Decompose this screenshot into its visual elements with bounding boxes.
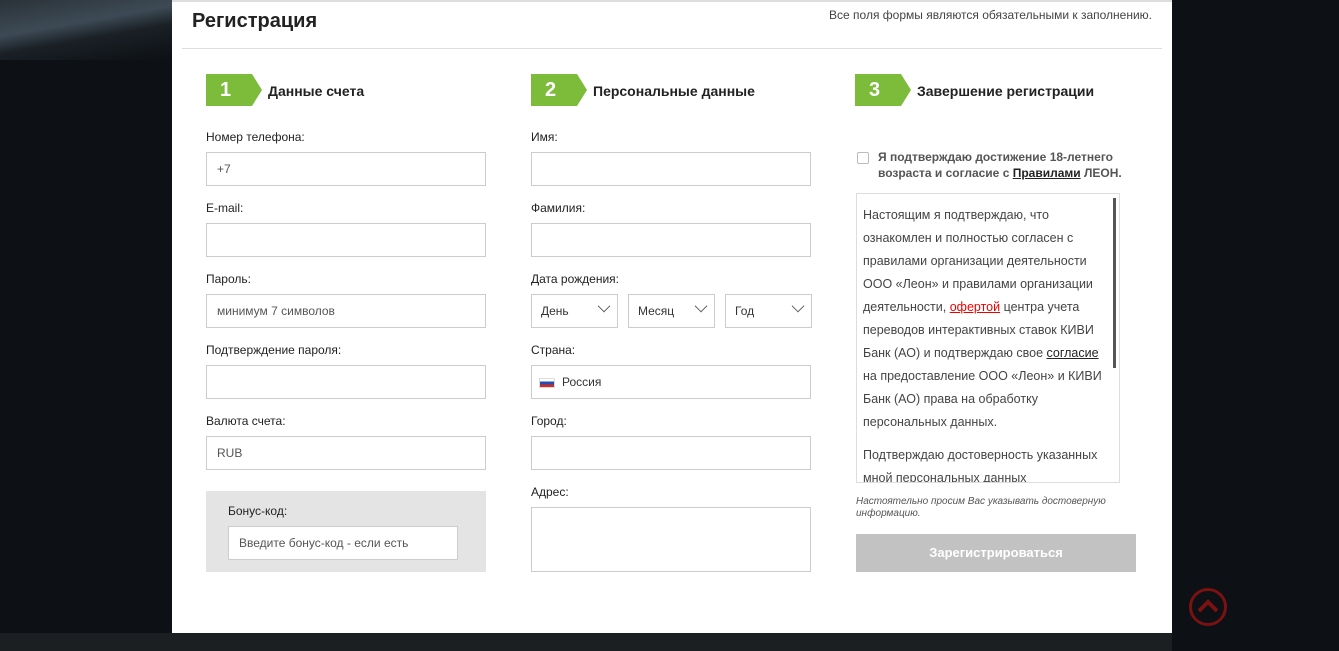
required-note: Все поля формы являются обязательными к … (829, 8, 1152, 22)
name-input[interactable] (531, 152, 811, 186)
month-value: Месяц (638, 304, 675, 318)
currency-label: Валюта счета: (206, 414, 286, 428)
month-select[interactable]: Месяц (628, 294, 715, 328)
agree-text-post: ЛЕОН. (1080, 166, 1122, 180)
step-3-label: Завершение регистрации (917, 83, 1095, 99)
page-title: Регистрация (192, 10, 318, 32)
terms-paragraph-1: Настоящим я подтверждаю, что ознакомлен … (863, 204, 1108, 434)
chevron-down-icon (694, 299, 708, 313)
scroll-to-top-button[interactable] (1189, 588, 1227, 626)
bonus-section: Бонус-код: Введите бонус-код - если есть (206, 491, 486, 572)
divider (182, 48, 1162, 49)
year-select[interactable]: Год (725, 294, 812, 328)
email-label: E-mail: (206, 201, 244, 215)
currency-select[interactable]: RUB (206, 436, 486, 470)
password-input[interactable]: минимум 7 символов (206, 294, 486, 328)
step-1-badge: 1 (206, 74, 262, 106)
rules-link[interactable]: Правилами (1013, 166, 1081, 180)
phone-input[interactable]: +7 (206, 152, 486, 186)
step-3-badge: 3 (855, 74, 911, 106)
city-label: Город: (531, 414, 567, 428)
country-label: Страна: (531, 343, 576, 357)
surname-input[interactable] (531, 223, 811, 257)
bonus-code-input[interactable]: Введите бонус-код - если есть (228, 526, 458, 560)
consent-link[interactable]: согласие (1047, 346, 1099, 360)
terms-text: на предоставление ООО «Леон» и КИВИ Банк… (863, 369, 1102, 429)
terms-paragraph-2: Подтверждаю достоверность указанных мной… (863, 448, 1098, 483)
chevron-down-icon (597, 299, 611, 313)
country-value: Россия (562, 375, 602, 389)
confirm-password-input[interactable] (206, 365, 486, 399)
bonus-label: Бонус-код: (228, 504, 288, 518)
terms-scrollbar[interactable] (1113, 198, 1116, 368)
terms-text: Настоящим я подтверждаю, что ознакомлен … (863, 208, 1093, 314)
phone-label: Номер телефона: (206, 130, 305, 144)
offer-link[interactable]: офертой (950, 300, 1000, 314)
step-1-label: Данные счета (268, 83, 365, 99)
confirm-password-label: Подтверждение пароля: (206, 343, 342, 357)
chevron-up-icon (1197, 599, 1219, 613)
city-input[interactable] (531, 436, 811, 470)
background-image (0, 0, 172, 60)
day-value: День (541, 304, 569, 318)
surname-label: Фамилия: (531, 201, 586, 215)
chevron-down-icon (791, 299, 805, 313)
step-2-badge: 2 (531, 74, 587, 106)
step-2-label: Персональные данные (593, 83, 755, 99)
email-input[interactable] (206, 223, 486, 257)
registration-panel: Регистрация Все поля формы являются обяз… (172, 0, 1172, 633)
country-select[interactable]: Россия (531, 365, 811, 399)
accuracy-note: Настоятельно просим Вас указывать достов… (856, 496, 1106, 519)
footer (0, 633, 1172, 651)
address-textarea[interactable] (531, 507, 811, 572)
russia-flag-icon (539, 378, 555, 388)
register-button[interactable]: Зарегистрироваться (856, 534, 1136, 572)
year-value: Год (735, 304, 755, 318)
agree-text: Я подтверждаю достижение 18-летнего возр… (878, 149, 1138, 181)
address-label: Адрес: (531, 485, 569, 499)
password-label: Пароль: (206, 272, 251, 286)
terms-box[interactable]: Настоящим я подтверждаю, что ознакомлен … (856, 193, 1120, 483)
name-label: Имя: (531, 130, 558, 144)
agree-checkbox[interactable] (857, 152, 869, 164)
day-select[interactable]: День (531, 294, 618, 328)
dob-label: Дата рождения: (531, 272, 619, 286)
